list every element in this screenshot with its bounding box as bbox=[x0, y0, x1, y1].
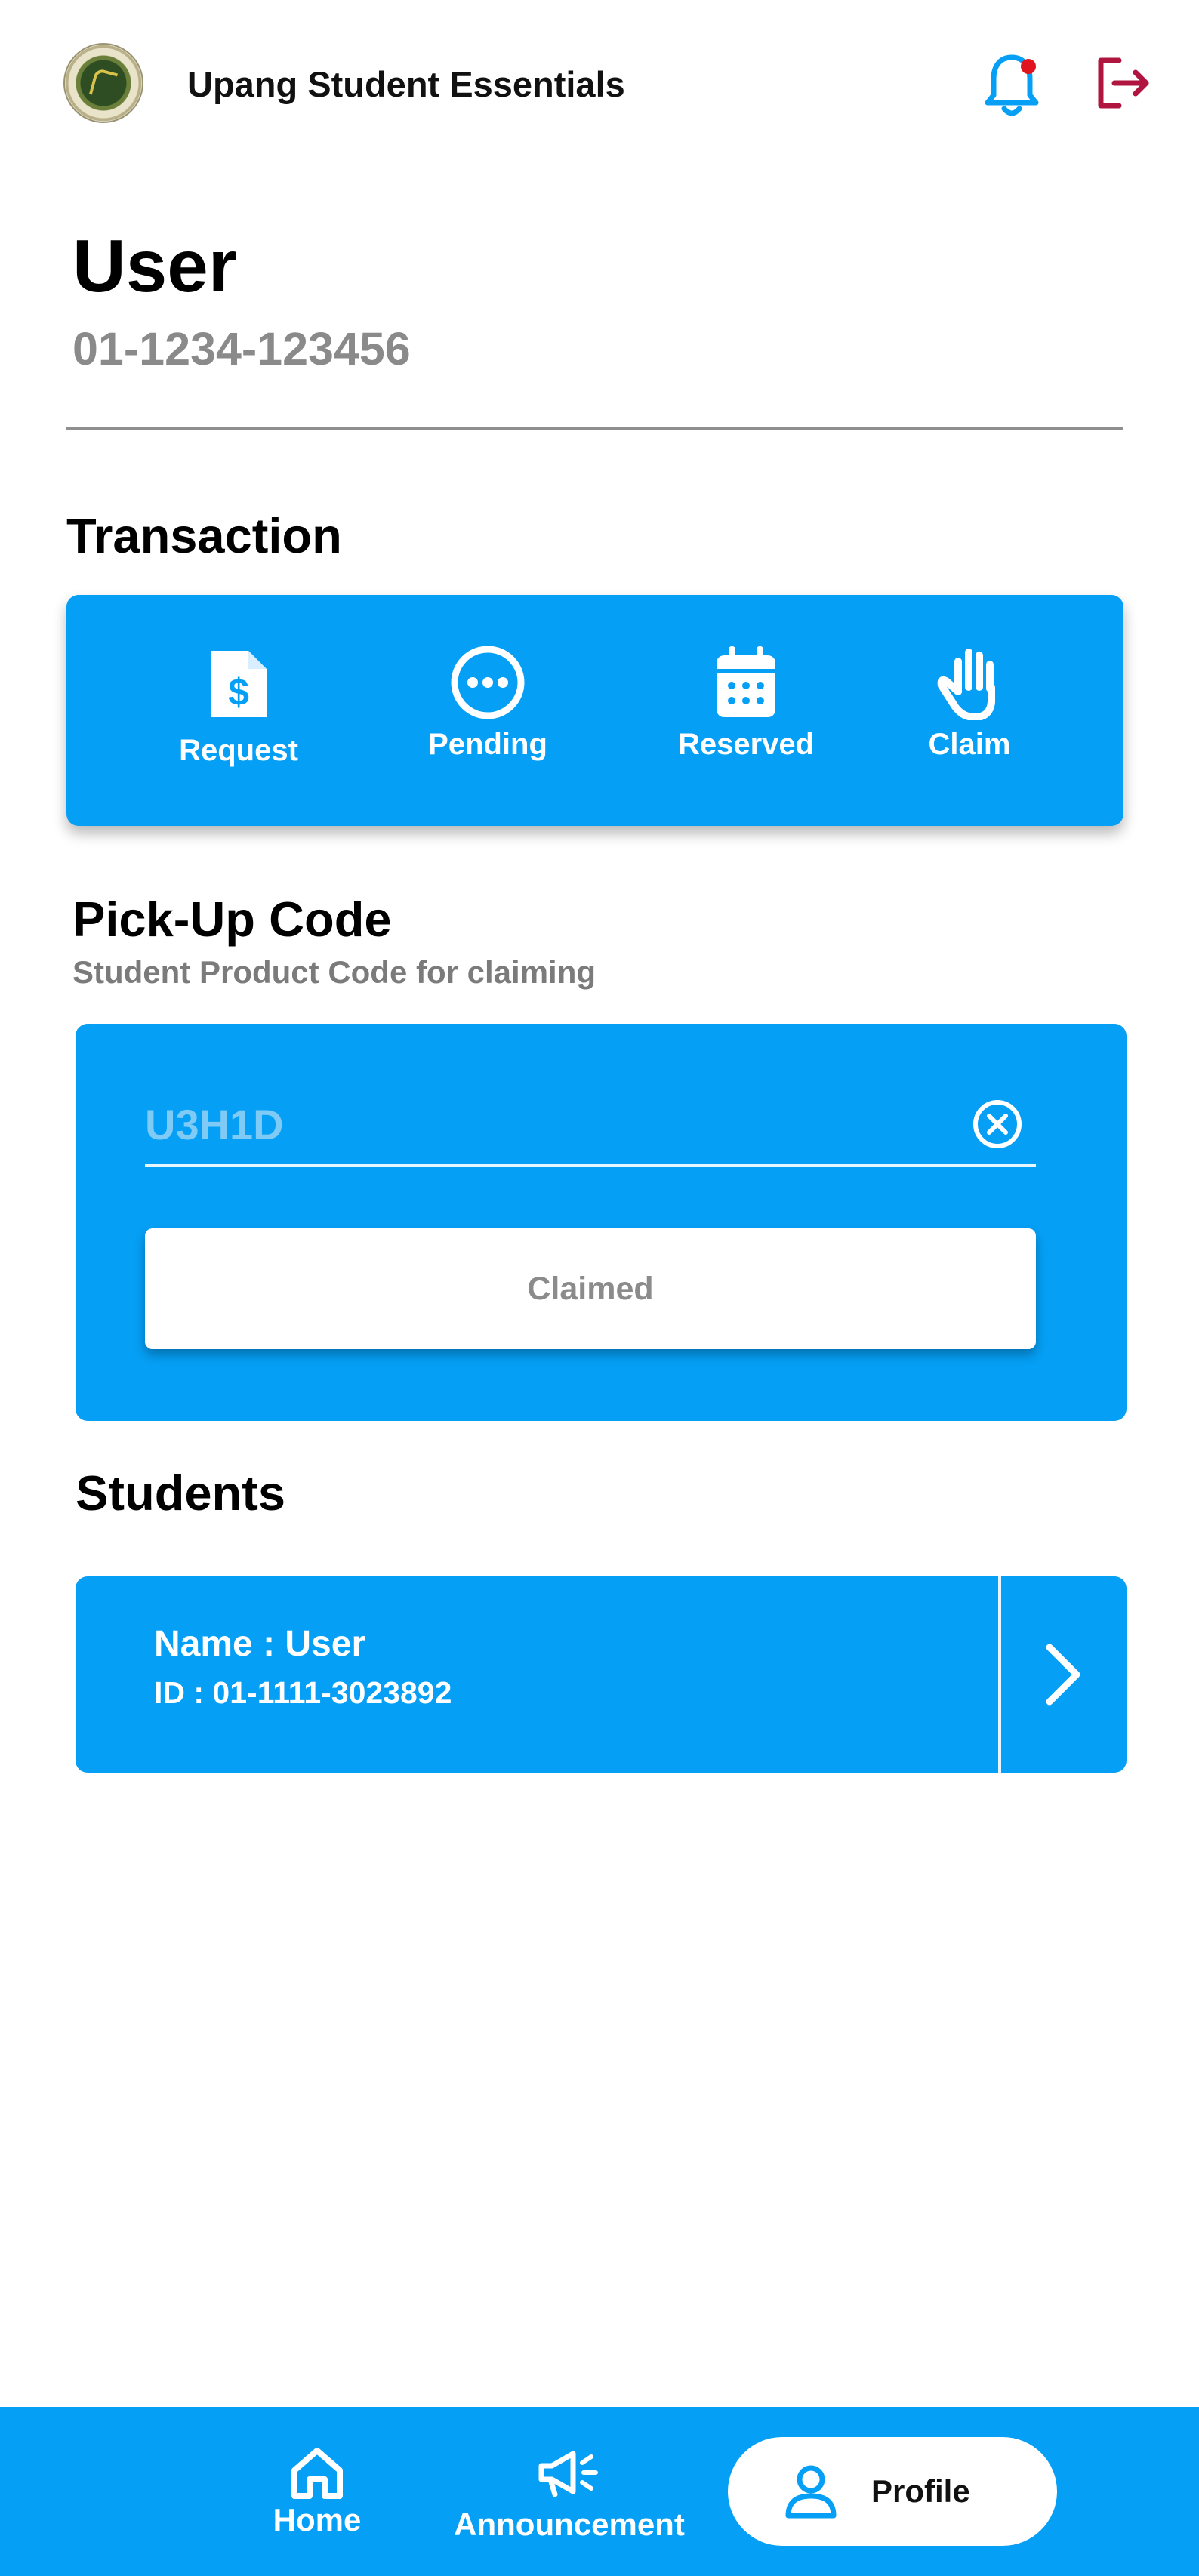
transaction-reserved-label: Reserved bbox=[677, 728, 815, 761]
clear-circle-icon bbox=[973, 1100, 1022, 1148]
transaction-pending-button[interactable]: Pending bbox=[427, 645, 548, 764]
pickup-code-input[interactable] bbox=[145, 1090, 966, 1158]
home-icon bbox=[291, 2448, 343, 2499]
nav-profile-label: Profile bbox=[871, 2473, 970, 2509]
nav-profile[interactable]: Profile bbox=[728, 2437, 1057, 2546]
user-id: 01-1234-123456 bbox=[72, 323, 411, 374]
transaction-pending-label: Pending bbox=[428, 728, 547, 761]
transaction-card: $ Request Pending Reserved Claim bbox=[66, 595, 1123, 826]
students-title: Students bbox=[76, 1465, 286, 1521]
pickup-title: Pick-Up Code bbox=[72, 892, 392, 947]
hand-icon bbox=[937, 649, 995, 720]
pickup-subtitle: Student Product Code for claiming bbox=[72, 954, 596, 990]
invoice-dollar-icon: $ bbox=[211, 651, 267, 717]
bottom-navigation: Home Announcement Profile bbox=[0, 2407, 1199, 2576]
student-detail-button[interactable] bbox=[1001, 1576, 1127, 1773]
pickup-card: Claimed bbox=[76, 1024, 1127, 1421]
transaction-request-label: Request bbox=[179, 734, 298, 767]
nav-announcement-label: Announcement bbox=[454, 2507, 685, 2542]
transaction-claim-label: Claim bbox=[928, 728, 1011, 761]
svg-text:$: $ bbox=[228, 671, 249, 713]
notification-button[interactable] bbox=[982, 51, 1042, 119]
bell-icon bbox=[985, 54, 1039, 116]
nav-home-label: Home bbox=[273, 2502, 362, 2537]
user-name: User bbox=[72, 224, 237, 307]
logo-emblem bbox=[88, 67, 119, 100]
claimed-button[interactable]: Claimed bbox=[145, 1228, 1036, 1349]
transaction-claim-button[interactable]: Claim bbox=[917, 645, 1022, 764]
megaphone-icon bbox=[538, 2451, 598, 2497]
student-id: ID : 01-1111-3023892 bbox=[154, 1675, 452, 1710]
divider bbox=[66, 427, 1123, 430]
transaction-request-button[interactable]: $ Request bbox=[178, 648, 299, 770]
transaction-reserved-button[interactable]: Reserved bbox=[670, 645, 821, 764]
nav-home[interactable]: Home bbox=[242, 2445, 393, 2540]
chevron-right-icon bbox=[1046, 1644, 1080, 1706]
university-logo bbox=[63, 43, 143, 123]
more-horizontal-circle-icon bbox=[451, 646, 525, 719]
pickup-code-underline bbox=[145, 1164, 1036, 1167]
transaction-title: Transaction bbox=[66, 508, 342, 563]
app-title: Upang Student Essentials bbox=[187, 64, 625, 104]
clear-code-button[interactable] bbox=[971, 1098, 1024, 1151]
calendar-icon bbox=[717, 646, 775, 717]
student-card[interactable]: Name : User ID : 01-1111-3023892 bbox=[76, 1576, 1127, 1773]
student-name: Name : User bbox=[154, 1624, 366, 1664]
user-icon bbox=[785, 2465, 837, 2519]
nav-announcement[interactable]: Announcement bbox=[450, 2445, 689, 2544]
logout-button[interactable] bbox=[1093, 53, 1154, 113]
logout-icon bbox=[1098, 57, 1149, 109]
